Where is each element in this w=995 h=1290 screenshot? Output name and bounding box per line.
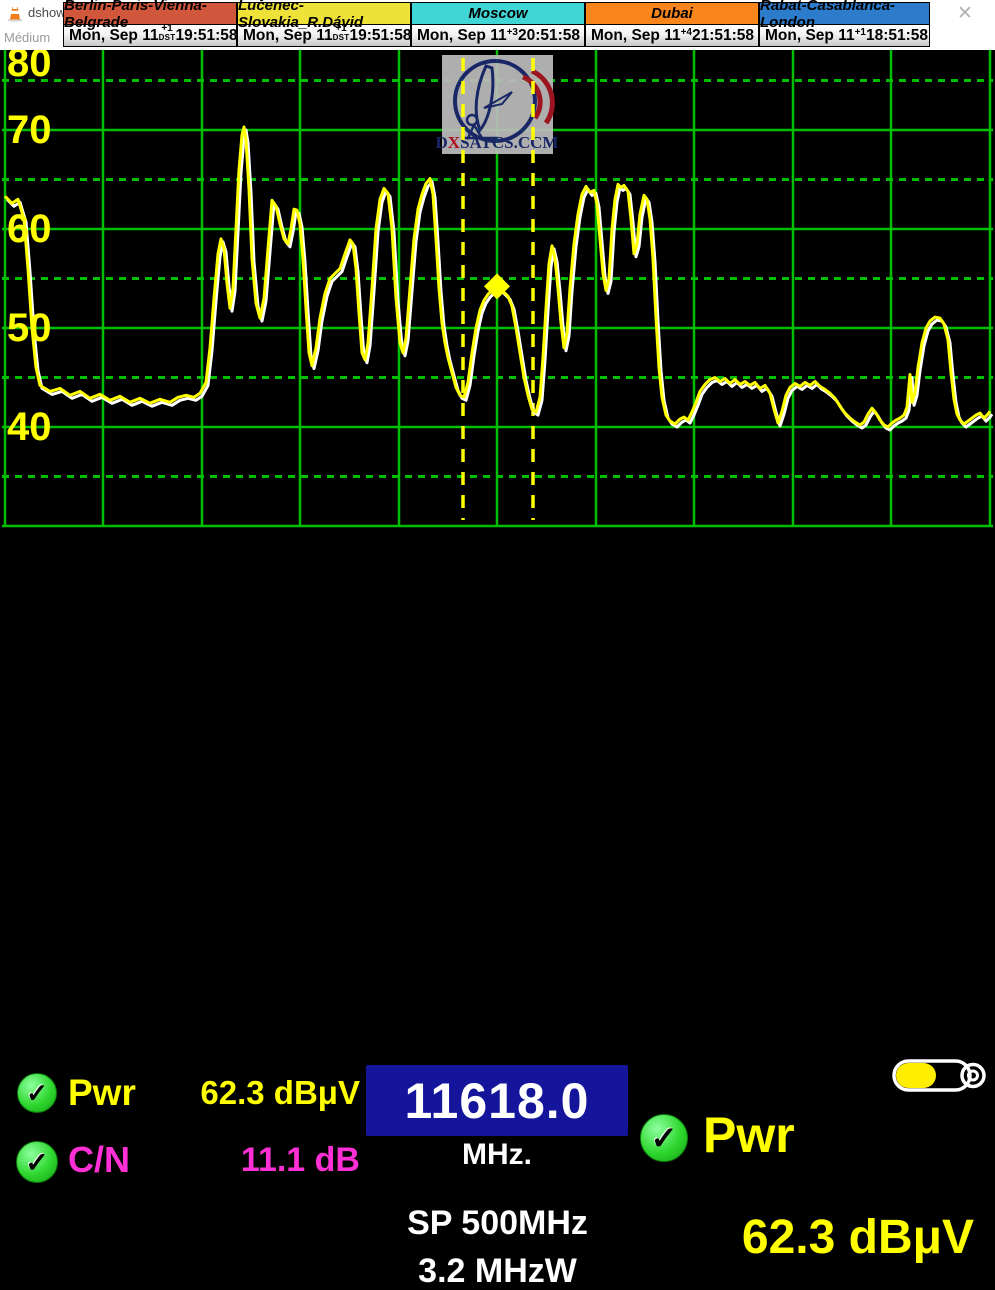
clock-city-label: Rabat-Casablanca-London	[759, 2, 930, 25]
battery-toggle-icon[interactable]	[892, 1059, 988, 1093]
clock-moscow: Moscow Mon, Sep 11 +3 20:51:58	[411, 2, 585, 47]
span-readout: SP 500MHz	[330, 1206, 665, 1240]
close-icon[interactable]: ✕	[952, 2, 978, 26]
watermark-text: DXSATCS.CCM	[436, 133, 559, 152]
pwr-label: Pwr	[68, 1074, 136, 1111]
frequency-display[interactable]: 11618.0	[366, 1065, 628, 1136]
pwr-big-label: Pwr	[703, 1110, 795, 1160]
frequency-value: 11618.0	[405, 1072, 590, 1130]
menu-item-medium[interactable]: Médium	[4, 30, 50, 45]
clock-city-label: Moscow	[411, 2, 585, 25]
y-axis-tick-label: 70	[7, 108, 52, 152]
cn-label: C/N	[68, 1142, 130, 1178]
clock-hms: 18:51:58	[866, 27, 928, 45]
clock-time: Mon, Sep 11 +4 21:51:58	[585, 25, 759, 47]
vlc-cone-icon	[7, 5, 23, 22]
readout-panel: ✓ Pwr 62.3 dBμV ✓ C/N 11.1 dB 11618.0 MH…	[0, 528, 995, 788]
pwr-check-icon[interactable]: ✓	[17, 1073, 57, 1113]
y-axis-tick-label: 40	[7, 405, 52, 449]
timezone-offset: +4	[681, 28, 692, 38]
frequency-unit: MHz.	[366, 1140, 628, 1170]
clock-dubai: Dubai Mon, Sep 11 +4 21:51:58	[585, 2, 759, 47]
clock-date: Mon, Sep 11	[765, 27, 855, 45]
clock-hms: 19:51:58	[350, 27, 412, 45]
clock-time: Mon, Sep 11 +1DST 19:51:58	[63, 25, 237, 47]
dxsatcs-watermark-logo: DXSATCS.CCM	[436, 55, 559, 154]
clock-hms: 19:51:58	[176, 27, 238, 45]
clock-time: Mon, Sep 11 +1 18:51:58	[759, 25, 930, 47]
clock-date: Mon, Sep 11	[591, 27, 681, 45]
timezone-offset: +1DST	[159, 24, 176, 42]
pwr-big-check-icon[interactable]: ✓	[640, 1114, 688, 1162]
clock-berlin: Berlin-Paris-Vienna-Belgrade Mon, Sep 11…	[63, 2, 237, 47]
window-title: dshow	[28, 5, 66, 20]
y-axis-tick-label: 50	[7, 306, 52, 350]
timezone-offset: +1DST	[333, 24, 350, 42]
y-axis-tick-label: 80	[7, 50, 52, 85]
clock-city-label: Dubai	[585, 2, 759, 25]
pwr-big-value: 62.3 dBμV	[660, 1214, 974, 1262]
bandwidth-readout: 3.2 MHzW	[330, 1254, 665, 1288]
clock-city-label: Berlin-Paris-Vienna-Belgrade	[63, 2, 237, 25]
clock-lucenec: Lučenec-Slovakia_R.Dávid Mon, Sep 11 +1D…	[237, 2, 411, 47]
clock-date: Mon, Sep 11	[243, 27, 333, 45]
clock-date: Mon, Sep 11	[69, 27, 159, 45]
cn-check-icon[interactable]: ✓	[16, 1141, 58, 1183]
clock-city-label: Lučenec-Slovakia_R.Dávid	[237, 2, 411, 25]
titlebar: dshow Médium ✕ Berlin-Paris-Vienna-Belgr…	[0, 0, 995, 50]
clock-hms: 20:51:58	[518, 27, 580, 45]
spectrum-chart: DXSATCS.CCM 80 70 60 50 40	[0, 50, 995, 528]
clock-date: Mon, Sep 11	[417, 27, 507, 45]
y-axis-tick-label: 60	[7, 207, 52, 251]
clock-rabat: Rabat-Casablanca-London Mon, Sep 11 +1 1…	[759, 2, 930, 47]
clock-time: Mon, Sep 11 +1DST 19:51:58	[237, 25, 411, 47]
clock-hms: 21:51:58	[692, 27, 754, 45]
cn-value: 11.1 dB	[185, 1143, 360, 1177]
spectrum-display[interactable]: DXSATCS.CCM 80 70 60 50 40	[0, 50, 995, 528]
timezone-offset: +3	[507, 28, 518, 38]
clock-time: Mon, Sep 11 +3 20:51:58	[411, 25, 585, 47]
timezone-offset: +1	[855, 28, 866, 38]
pwr-value: 62.3 dBμV	[185, 1076, 360, 1109]
